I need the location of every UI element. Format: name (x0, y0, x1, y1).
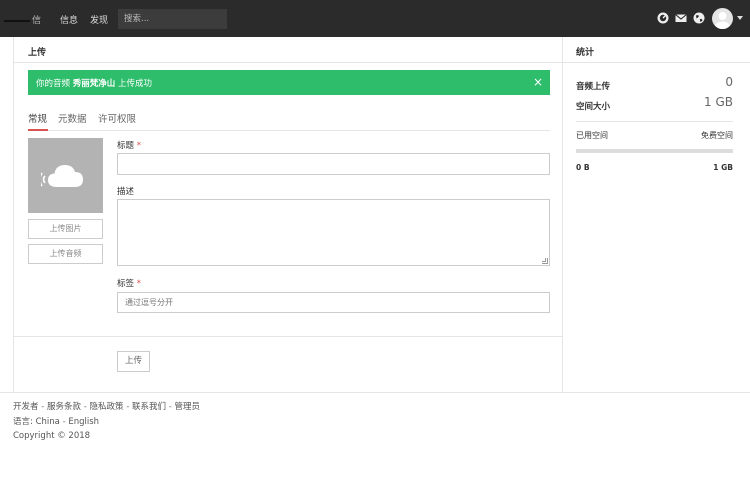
language-option-china[interactable]: China (36, 417, 60, 427)
divider (563, 62, 750, 63)
close-icon[interactable]: × (533, 75, 543, 89)
used-space-value: 0 B (576, 163, 590, 172)
upload-image-button[interactable]: 上传图片 (28, 219, 103, 239)
submit-upload-button[interactable]: 上传 (117, 351, 150, 372)
stats-title: 统计 (576, 45, 594, 58)
gauge-icon[interactable] (657, 12, 669, 24)
tab-general[interactable]: 常规 (28, 111, 47, 125)
tab-permissions[interactable]: 许可权限 (98, 111, 136, 125)
success-alert: 你的音频 秀丽梵净山 上传成功 × (28, 70, 550, 95)
stat-label-space: 空间大小 (576, 100, 610, 112)
storage-progress-bar (576, 149, 733, 153)
used-space-label: 已用空间 (576, 130, 608, 141)
top-navbar: 信 信息 发现 (0, 0, 750, 37)
footer-link-privacy[interactable]: 隐私政策 (90, 402, 124, 412)
footer-separator: - (84, 402, 87, 412)
stats-panel: 统计 音频上传 0 空间大小 1 GB 已用空间 免费空间 0 B 1 GB (563, 37, 750, 392)
active-tab-indicator (28, 129, 48, 131)
tags-label: 标签 * (117, 277, 141, 289)
tags-label-text: 标签 (117, 279, 134, 289)
alert-prefix: 你的音频 (36, 79, 70, 89)
divider (576, 121, 733, 122)
page-title: 上传 (28, 45, 46, 58)
footer-separator: - (169, 402, 172, 412)
nav-link-discover[interactable]: 发现 (90, 13, 108, 26)
footer-link-developers[interactable]: 开发者 (13, 402, 39, 412)
globe-icon[interactable] (693, 12, 705, 24)
brand-logo[interactable]: 信 (32, 13, 41, 26)
language-option-english[interactable]: English (68, 417, 99, 427)
stat-value-space: 1 GB (704, 95, 733, 109)
cover-image-placeholder (28, 138, 103, 213)
footer-link-terms[interactable]: 服务条款 (47, 402, 81, 412)
footer-links: 开发者 - 服务条款 - 隐私政策 - 联系我们 - 管理员 (13, 400, 200, 412)
divider (14, 62, 563, 63)
alert-track-name: 秀丽梵净山 (73, 79, 116, 89)
tags-input[interactable] (117, 292, 550, 313)
title-label: 标题 * (117, 139, 141, 151)
avatar[interactable] (712, 8, 733, 29)
free-space-label: 免费空间 (701, 130, 733, 141)
user-silhouette-icon (712, 8, 733, 29)
footer-separator: - (126, 402, 129, 412)
footer-language: 语言: China - English (13, 415, 99, 427)
resize-handle[interactable] (542, 258, 548, 264)
nav-link-info[interactable]: 信息 (60, 13, 78, 26)
stat-value-uploads: 0 (725, 75, 733, 89)
footer-divider (0, 392, 750, 393)
search-input[interactable] (118, 9, 227, 29)
upload-audio-button[interactable]: 上传音频 (28, 244, 103, 264)
copyright: Copyright © 2018 (13, 431, 90, 441)
required-mark: * (137, 141, 141, 151)
form-tabs: 常规 元数据 许可权限 (28, 109, 550, 131)
alert-suffix: 上传成功 (118, 79, 152, 89)
footer-link-contact[interactable]: 联系我们 (132, 402, 166, 412)
free-space-value: 1 GB (713, 163, 733, 172)
language-label: 语言: (13, 417, 33, 427)
footer-separator: - (63, 417, 66, 427)
description-textarea[interactable] (117, 199, 550, 266)
upload-panel: 上传 你的音频 秀丽梵净山 上传成功 × 常规 元数据 许可权限 上传图片 上传… (13, 37, 563, 392)
tab-metadata[interactable]: 元数据 (58, 111, 87, 125)
title-input[interactable] (117, 153, 550, 175)
mail-icon[interactable] (675, 12, 687, 24)
required-mark: * (137, 279, 141, 289)
stat-label-uploads: 音频上传 (576, 80, 610, 92)
title-label-text: 标题 (117, 141, 134, 151)
cloud-icon (41, 160, 89, 190)
divider (14, 336, 563, 337)
footer-separator: - (41, 402, 44, 412)
chevron-down-icon[interactable] (737, 16, 743, 20)
description-label: 描述 (117, 185, 134, 197)
footer-link-admin[interactable]: 管理员 (175, 402, 201, 412)
